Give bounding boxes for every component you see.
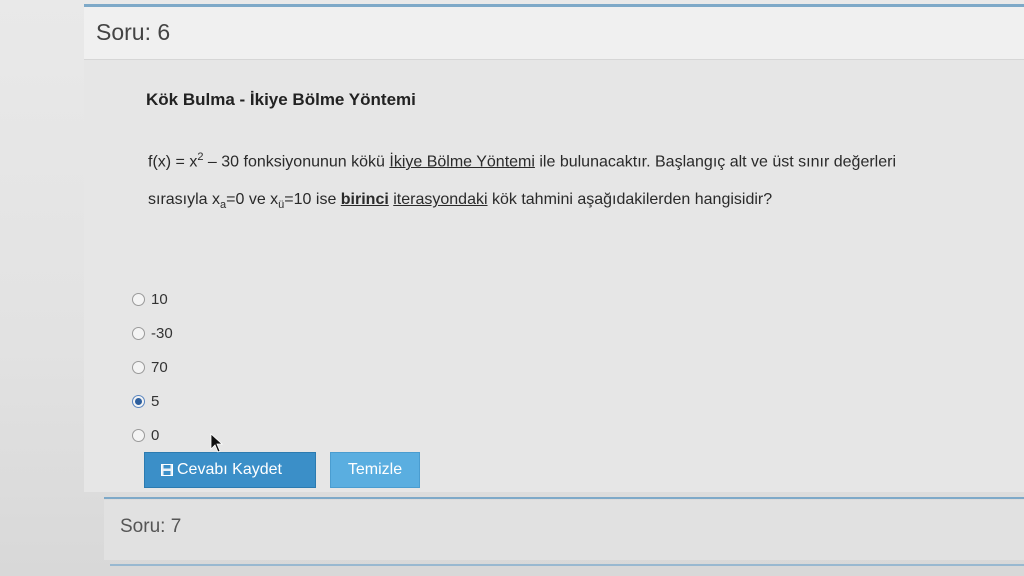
text-part5: kök tahmini aşağıdakilerden hangisidir? (487, 191, 773, 209)
text-part1: fonksiyonunun kökü (243, 153, 390, 171)
clear-button[interactable]: Temizle (330, 452, 420, 488)
question-heading: Kök Bulma - İkiye Bölme Yöntemi (146, 90, 416, 109)
option-label: 70 (151, 358, 168, 376)
option-3[interactable]: 70 (132, 350, 173, 384)
option-label: 0 (151, 426, 160, 444)
option-5[interactable]: 0 (132, 418, 173, 452)
question-header: Soru: 6 (84, 7, 1024, 60)
bottom-divider (110, 564, 1024, 566)
question-divider (104, 497, 1024, 499)
option-4[interactable]: 5 (132, 384, 173, 418)
next-question-header: Soru: 7 (104, 500, 1024, 560)
radio-option-4[interactable] (132, 394, 145, 408)
question-text: f(x) = x2 – 30 fonksiyonunun kökü İkiye … (148, 138, 938, 225)
text-iteration: iterasyondaki (393, 191, 488, 209)
clear-label: Temizle (347, 461, 403, 478)
text-first: birinci (340, 191, 389, 209)
option-label: 10 (151, 290, 168, 308)
text-part4: =10 ise (284, 191, 341, 209)
mouse-cursor-icon (210, 433, 224, 453)
text-fx: f(x) = x (148, 153, 198, 171)
text-method: İkiye Bölme Yöntemi (389, 153, 535, 171)
radio-option-5[interactable] (132, 428, 145, 442)
radio-option-2[interactable] (132, 326, 145, 340)
option-2[interactable]: -30 (132, 316, 173, 350)
text-part3: =0 ve x (226, 191, 279, 209)
question-number: Soru: 6 (96, 19, 171, 45)
answer-options: 10 -30 70 5 0 (132, 282, 173, 452)
question-body: Kök Bulma - İkiye Bölme Yöntemi f(x) = x… (84, 60, 1024, 492)
radio-option-3[interactable] (132, 360, 145, 374)
exam-page: Soru: 6 Kök Bulma - İkiye Bölme Yöntemi … (0, 0, 1024, 576)
save-answer-button[interactable]: Cevabı Kaydet (144, 452, 316, 488)
text-minus30: – 30 (203, 153, 244, 171)
radio-option-1[interactable] (132, 292, 145, 306)
save-icon (161, 464, 173, 476)
next-question-number: Soru: 7 (120, 516, 182, 537)
save-answer-label: Cevabı Kaydet (177, 461, 282, 478)
option-1[interactable]: 10 (132, 282, 173, 316)
action-buttons: Cevabı Kaydet Temizle (144, 452, 420, 488)
option-label: -30 (151, 324, 173, 342)
option-label: 5 (151, 392, 160, 410)
